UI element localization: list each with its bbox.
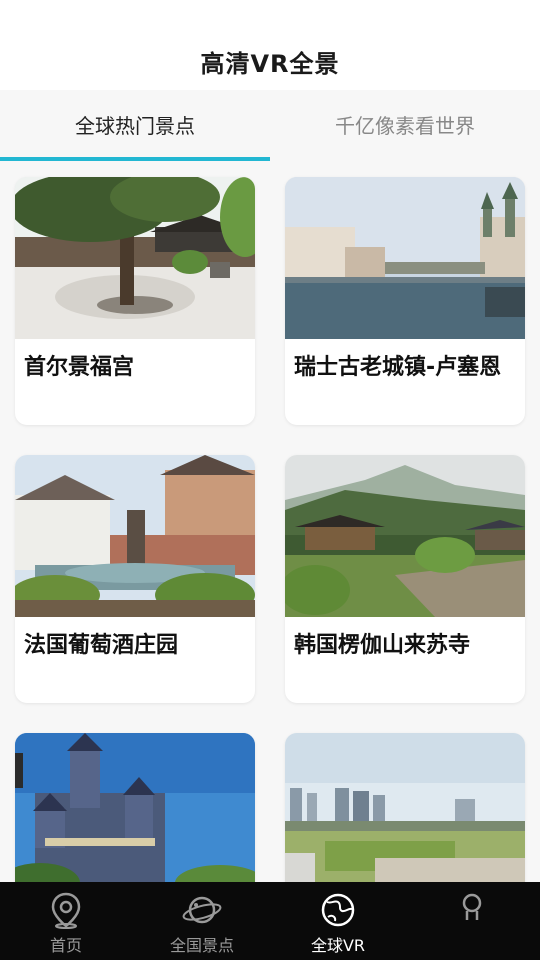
scenic-name: 首尔景福宫 <box>24 355 135 380</box>
scenic-card[interactable]: 瑞士古老城镇-卢塞恩 <box>285 177 525 425</box>
tabbar-label: 首页 <box>49 936 82 955</box>
tabbar-label: 全球VR <box>310 936 366 955</box>
scenic-name: 瑞士古老城镇-卢塞恩 <box>294 355 502 380</box>
bottom-tab-bar: 首页 全国景点 全球VR <box>0 882 540 960</box>
scenic-card[interactable] <box>15 733 255 882</box>
scenic-name: 法国葡萄酒庄园 <box>24 633 179 658</box>
scenic-card[interactable] <box>285 733 525 882</box>
person-icon <box>462 893 482 920</box>
tabbar-national-spots[interactable]: 全国景点 <box>142 882 262 960</box>
location-pin-icon <box>51 892 81 929</box>
scenic-grid: 首尔景福宫 瑞士古老城镇-卢塞恩 法国葡萄酒庄园 韩国楞伽山来苏寺 <box>0 162 540 882</box>
city-skyline-photo <box>285 733 525 882</box>
tabbar-label: 全国景点 <box>169 936 234 955</box>
scenic-card[interactable]: 首尔景福宫 <box>15 177 255 425</box>
lake-town-photo <box>285 177 525 339</box>
palace-courtyard-tree-photo <box>15 177 255 339</box>
app-header: 高清VR全景 <box>0 0 540 90</box>
active-tab-indicator <box>0 157 270 161</box>
tab-bar: 全球热门景点 千亿像素看世界 <box>0 90 540 162</box>
scenic-name: 韩国楞伽山来苏寺 <box>294 633 471 658</box>
tabbar-global-vr[interactable]: 全球VR <box>278 882 398 960</box>
mountain-temple-photo <box>285 455 525 617</box>
tabbar-home[interactable]: 首页 <box>6 882 126 960</box>
fairytale-castle-photo <box>15 733 255 882</box>
scenic-card[interactable]: 韩国楞伽山来苏寺 <box>285 455 525 703</box>
planet-icon <box>182 896 222 924</box>
tab-gigapixel-world[interactable]: 千亿像素看世界 <box>270 90 540 162</box>
scenic-card[interactable]: 法国葡萄酒庄园 <box>15 455 255 703</box>
tabbar-profile[interactable] <box>412 882 532 960</box>
tab-global-hot-spots[interactable]: 全球热门景点 <box>0 90 270 162</box>
page-title: 高清VR全景 <box>200 50 340 78</box>
village-fountain-photo <box>15 455 255 617</box>
globe-icon <box>321 893 355 927</box>
